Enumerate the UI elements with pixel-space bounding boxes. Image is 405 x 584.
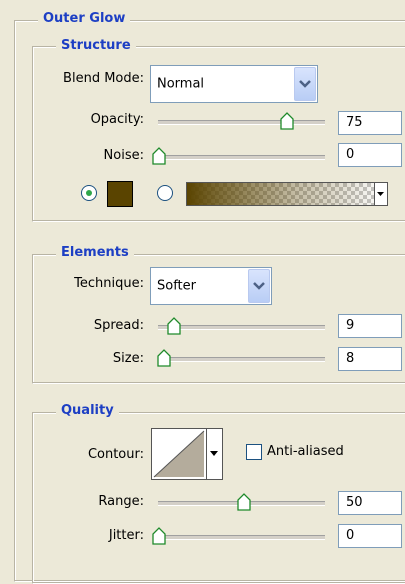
- blend-mode-label: Blend Mode:: [63, 71, 144, 86]
- contour-picker[interactable]: [151, 428, 223, 480]
- spread-slider-track[interactable]: [158, 325, 325, 330]
- spread-label: Spread:: [93, 318, 144, 333]
- chevron-down-icon[interactable]: [294, 67, 316, 101]
- technique-value: Softer: [157, 278, 196, 294]
- noise-input[interactable]: 0: [338, 143, 402, 167]
- outer-glow-title: Outer Glow: [38, 11, 131, 27]
- structure-title: Structure: [56, 38, 136, 54]
- size-label: Size:: [112, 351, 144, 366]
- blend-mode-value: Normal: [157, 76, 205, 92]
- technique-select[interactable]: Softer: [150, 267, 272, 305]
- spread-slider-thumb[interactable]: [167, 317, 181, 335]
- size-slider-track[interactable]: [158, 357, 325, 362]
- jitter-slider-track[interactable]: [158, 535, 325, 540]
- range-slider-thumb[interactable]: [237, 493, 251, 511]
- technique-label: Technique:: [74, 276, 144, 291]
- gradient-dropdown-arrow[interactable]: [374, 183, 387, 205]
- glow-color-swatch[interactable]: [107, 181, 133, 207]
- noise-slider-track[interactable]: [158, 155, 325, 160]
- glow-gradient-picker[interactable]: [186, 182, 388, 206]
- size-slider-thumb[interactable]: [157, 349, 171, 367]
- jitter-slider-thumb[interactable]: [152, 527, 166, 545]
- blend-mode-select[interactable]: Normal: [150, 65, 318, 103]
- chevron-down-icon[interactable]: [248, 269, 270, 303]
- contour-label: Contour:: [87, 447, 144, 462]
- elements-title: Elements: [56, 245, 134, 261]
- caret-down-icon: [210, 451, 218, 456]
- noise-slider-thumb[interactable]: [152, 147, 166, 165]
- radio-selected-dot: [86, 190, 92, 196]
- quality-title: Quality: [56, 403, 119, 419]
- size-input[interactable]: 8: [338, 347, 402, 371]
- opacity-input[interactable]: 75: [338, 111, 402, 135]
- caret-down-icon: [377, 192, 384, 196]
- spread-input[interactable]: 9: [338, 314, 402, 338]
- contour-preview: [153, 430, 205, 478]
- opacity-slider-thumb[interactable]: [279, 112, 294, 130]
- opacity-label: Opacity:: [90, 112, 144, 127]
- noise-label: Noise:: [103, 148, 144, 163]
- anti-aliased-checkbox[interactable]: [246, 444, 262, 460]
- opacity-slider-track[interactable]: [158, 120, 325, 125]
- contour-dropdown-arrow[interactable]: [206, 429, 222, 479]
- jitter-input[interactable]: 0: [338, 524, 402, 548]
- anti-aliased-label: Anti-aliased: [267, 444, 344, 459]
- solid-color-radio[interactable]: [81, 185, 97, 201]
- jitter-label: Jitter:: [108, 528, 144, 543]
- range-input[interactable]: 50: [338, 491, 402, 515]
- range-label: Range:: [98, 494, 144, 509]
- gradient-radio[interactable]: [157, 185, 173, 201]
